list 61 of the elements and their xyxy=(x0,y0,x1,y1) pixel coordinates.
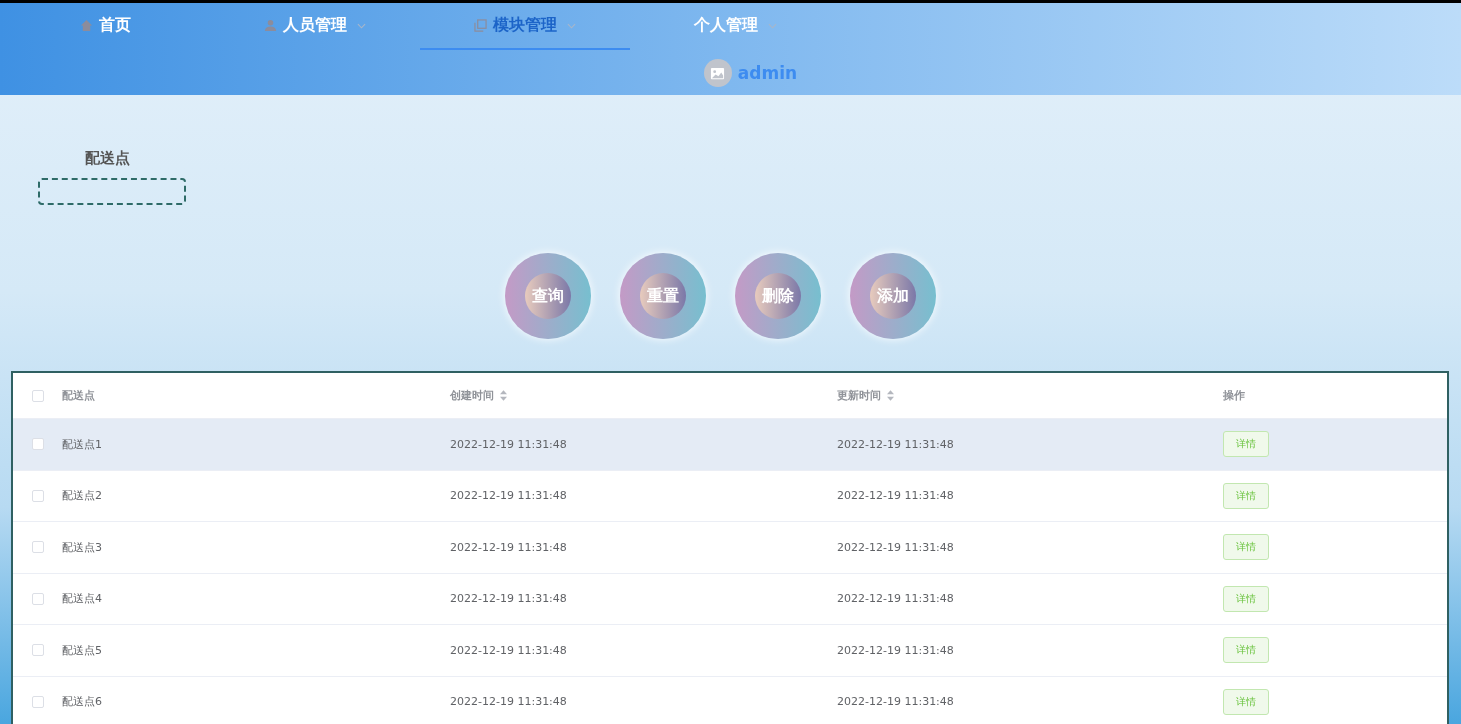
input-field[interactable] xyxy=(38,178,186,205)
details-button[interactable]: 详情 xyxy=(1223,585,1269,612)
checkbox[interactable] xyxy=(31,695,44,708)
sort-icon[interactable] xyxy=(500,390,507,401)
table-cell: 配送点5 xyxy=(62,642,102,658)
details-button[interactable]: 详情 xyxy=(1223,534,1269,561)
details-button[interactable]: 详情 xyxy=(1223,482,1269,509)
table-row[interactable]: 配送点1 2022-12-19 11:31:48 2022-12-19 11:31:48 详情 xyxy=(13,418,1447,470)
table-cell: 2022-12-19 11:31:48 xyxy=(450,592,567,606)
caret-icon xyxy=(767,22,777,29)
round-button[interactable]: 删除 xyxy=(734,253,821,339)
details-button[interactable]: 详情 xyxy=(1223,688,1269,715)
checkbox[interactable] xyxy=(31,644,44,657)
table-cell: 配送点3 xyxy=(62,539,102,555)
table-cell: 配送点4 xyxy=(62,591,102,607)
table-cell: 2022-12-19 11:31:48 xyxy=(450,643,567,657)
table-cell: 配送点6 xyxy=(62,694,102,710)
table-cell: 配送点1 xyxy=(62,436,102,452)
nav-tab[interactable]: 首页 xyxy=(55,3,155,50)
table-cell: 2022-12-19 11:31:48 xyxy=(837,489,954,503)
column-header: 配送点 xyxy=(62,388,95,403)
table-cell: 2022-12-19 11:31:48 xyxy=(837,643,954,657)
nav-tab[interactable]: 人员管理 xyxy=(240,3,390,50)
nav-tab[interactable]: 个人管理 xyxy=(669,3,801,50)
table-row[interactable]: 配送点4 2022-12-19 11:31:48 2022-12-19 11:31:48 详情 xyxy=(13,572,1447,624)
table-row[interactable]: 配送点3 2022-12-19 11:31:48 2022-12-19 11:31:48 详情 xyxy=(13,521,1447,573)
table-cell: 2022-12-19 11:31:48 xyxy=(450,540,567,554)
table-cell: 2022-12-19 11:31:48 xyxy=(837,592,954,606)
table-cell: 配送点2 xyxy=(62,488,102,504)
round-button[interactable]: 添加 xyxy=(849,253,936,339)
details-button[interactable]: 详情 xyxy=(1223,431,1269,458)
table-cell: 2022-12-19 11:31:48 xyxy=(837,437,954,451)
details-button[interactable]: 详情 xyxy=(1223,637,1269,664)
caret-icon xyxy=(567,22,576,29)
checkbox[interactable] xyxy=(31,389,44,402)
table-row[interactable]: 配送点2 2022-12-19 11:31:48 2022-12-19 11:31:48 详情 xyxy=(13,469,1447,521)
sort-icon[interactable] xyxy=(887,390,894,401)
table-row[interactable]: 配送点6 2022-12-19 11:31:48 2022-12-19 11:31:48 详情 xyxy=(13,675,1447,724)
table-row[interactable]: 配送点5 2022-12-19 11:31:48 2022-12-19 11:31:48 详情 xyxy=(13,624,1447,676)
table-cell: 2022-12-19 11:31:48 xyxy=(837,540,954,554)
checkbox[interactable] xyxy=(31,541,44,554)
column-header: 更新时间 xyxy=(837,388,881,403)
column-header: 操作 xyxy=(1223,388,1245,403)
person-icon xyxy=(264,19,277,32)
column-header: 创建时间 xyxy=(450,388,494,403)
copy-icon xyxy=(474,19,487,32)
checkbox[interactable] xyxy=(31,438,44,451)
round-button[interactable]: 重置 xyxy=(619,253,706,339)
round-button[interactable]: 查询 xyxy=(504,253,591,339)
caret-icon xyxy=(357,22,366,29)
field-label: 配送点 xyxy=(85,149,130,168)
table-cell: 2022-12-19 11:31:48 xyxy=(450,489,567,503)
table-cell: 2022-12-19 11:31:48 xyxy=(837,695,954,709)
checkbox[interactable] xyxy=(31,592,44,605)
username[interactable]: admin xyxy=(737,63,798,83)
avatar-image-icon[interactable] xyxy=(703,59,732,87)
home-icon xyxy=(79,19,93,32)
nav-tab[interactable]: 模块管理 xyxy=(420,3,630,50)
table-cell: 2022-12-19 11:31:48 xyxy=(450,437,567,451)
checkbox[interactable] xyxy=(31,489,44,502)
table-cell: 2022-12-19 11:31:48 xyxy=(450,695,567,709)
